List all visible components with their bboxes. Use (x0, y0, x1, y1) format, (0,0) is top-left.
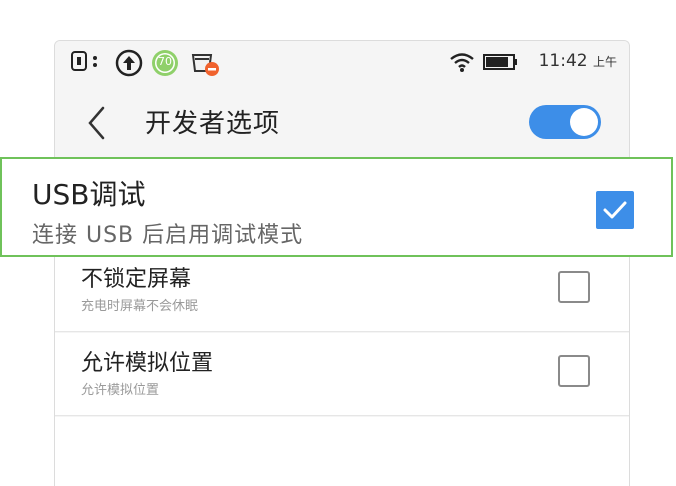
back-arrow-icon[interactable] (85, 105, 109, 141)
clock: 11:42 上午 (539, 51, 617, 71)
list-item-subtitle: 允许模拟位置 (81, 383, 160, 398)
usb-debugging-highlight[interactable]: USB调试 连接 USB 后启用调试模式 (0, 157, 673, 257)
stay-awake-checkbox[interactable] (558, 271, 590, 303)
usb-debugging-subtitle: 连接 USB 后启用调试模式 (32, 223, 304, 248)
list-item-mock-location[interactable]: 允许模拟位置 允许模拟位置 (55, 333, 629, 416)
empty-list-area (55, 417, 629, 486)
page-title: 开发者选项 (145, 109, 281, 139)
checkmark-icon (603, 201, 627, 219)
mock-location-checkbox[interactable] (558, 355, 590, 387)
status-bar: 70 11:42 上午 (55, 41, 629, 83)
list-item-title: 不锁定屏幕 (81, 267, 192, 292)
phone-screen: 70 11:42 上午 开发者选项 不锁定屏幕 充电时屏幕不会休眠 允许模拟位置… (54, 40, 630, 486)
notification-badge: 70 (151, 49, 179, 77)
toggle-knob (570, 108, 598, 136)
battery-icon (483, 54, 517, 70)
app-notification-icon (191, 54, 219, 76)
title-bar: 开发者选项 (55, 83, 629, 158)
list-item-title: 允许模拟位置 (81, 351, 214, 376)
usb-debugging-title: USB调试 (32, 178, 146, 211)
usb-debugging-checkbox[interactable] (596, 191, 634, 229)
badge-count: 70 (158, 55, 172, 68)
list-item-stay-awake[interactable]: 不锁定屏幕 充电时屏幕不会休眠 (55, 249, 629, 332)
developer-options-toggle[interactable] (529, 105, 601, 139)
more-dots-icon (93, 56, 97, 67)
screen: 70 11:42 上午 开发者选项 不锁定屏幕 充电时屏幕不会休眠 允许模拟位置… (0, 0, 676, 486)
list-item-subtitle: 充电时屏幕不会休眠 (81, 299, 199, 314)
upload-arrow-icon (115, 49, 143, 77)
sim-card-icon (71, 51, 87, 71)
clock-time: 11:42 (538, 51, 588, 71)
wifi-icon (450, 53, 474, 72)
clock-ampm: 上午 (592, 55, 617, 69)
